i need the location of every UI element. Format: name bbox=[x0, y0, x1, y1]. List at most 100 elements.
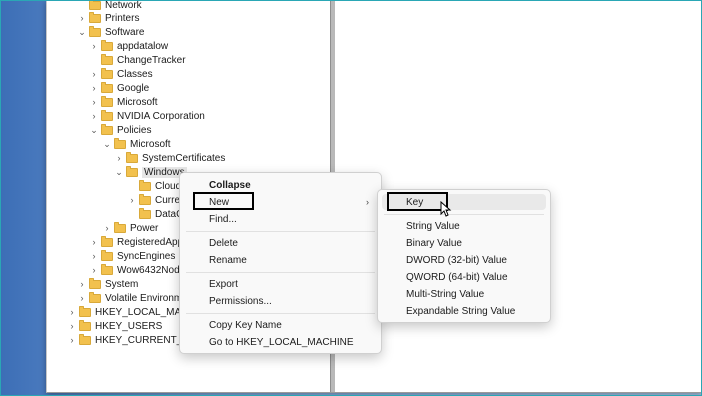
tree-item[interactable]: › Printers bbox=[77, 11, 139, 25]
tree-item-label: HKEY_USERS bbox=[95, 320, 163, 332]
chevron-down-icon[interactable]: ⌄ bbox=[89, 123, 99, 137]
chevron-right-icon[interactable]: › bbox=[77, 277, 87, 291]
expander-placeholder bbox=[127, 207, 137, 221]
expandable-string-value-menu-item[interactable]: Expandable String Value bbox=[378, 303, 550, 319]
tree-item[interactable]: › appdatalow bbox=[89, 39, 168, 53]
chevron-right-icon[interactable]: › bbox=[77, 291, 87, 305]
tree-item[interactable]: › Microsoft bbox=[89, 95, 158, 109]
chevron-right-icon[interactable]: › bbox=[77, 11, 87, 25]
permissions-label: Permissions... bbox=[209, 295, 272, 307]
copy-key-name-menu-item[interactable]: Copy Key Name bbox=[180, 317, 381, 333]
folder-icon bbox=[89, 277, 101, 289]
tree-item[interactable]: › Classes bbox=[89, 67, 153, 81]
chevron-down-icon[interactable]: ⌄ bbox=[102, 137, 112, 151]
folder-icon bbox=[114, 221, 126, 233]
chevron-right-icon[interactable]: › bbox=[89, 263, 99, 277]
chevron-down-icon[interactable]: ⌄ bbox=[114, 165, 124, 179]
folder-icon bbox=[139, 207, 151, 219]
dword-value-label: DWORD (32-bit) Value bbox=[406, 254, 507, 266]
chevron-right-icon[interactable]: › bbox=[67, 333, 77, 347]
copy-key-name-label: Copy Key Name bbox=[209, 319, 282, 331]
chevron-down-icon[interactable]: ⌄ bbox=[77, 25, 87, 39]
tree-item-label: System bbox=[105, 278, 139, 290]
delete-menu-item[interactable]: Delete bbox=[180, 235, 381, 251]
chevron-right-icon[interactable]: › bbox=[89, 95, 99, 109]
qword-value-menu-item[interactable]: QWORD (64-bit) Value bbox=[378, 269, 550, 285]
mouse-pointer-icon bbox=[440, 201, 452, 217]
folder-icon bbox=[101, 67, 113, 79]
tree-item-label: Software bbox=[105, 26, 145, 38]
tree-item[interactable]: › Google bbox=[89, 81, 149, 95]
folder-icon bbox=[79, 319, 91, 331]
chevron-right-icon[interactable]: › bbox=[114, 151, 124, 165]
menu-divider bbox=[384, 214, 544, 215]
chevron-right-icon[interactable]: › bbox=[89, 235, 99, 249]
tree-item[interactable]: ⌄ Windows bbox=[114, 165, 187, 179]
binary-value-menu-item[interactable]: Binary Value bbox=[378, 235, 550, 251]
expander-placeholder bbox=[89, 53, 99, 67]
menu-divider bbox=[186, 272, 375, 273]
export-menu-item[interactable]: Export bbox=[180, 276, 381, 292]
goto-hklm-menu-item[interactable]: Go to HKEY_LOCAL_MACHINE bbox=[180, 334, 381, 350]
chevron-right-icon[interactable]: › bbox=[89, 67, 99, 81]
tree-item[interactable]: › Wow6432Node bbox=[89, 263, 185, 277]
tree-item-label: ChangeTracker bbox=[117, 54, 186, 66]
folder-icon bbox=[101, 81, 113, 93]
rename-menu-item[interactable]: Rename bbox=[180, 252, 381, 268]
tree-item[interactable]: ⌄ Software bbox=[77, 25, 144, 39]
find-menu-item[interactable]: Find... bbox=[180, 211, 381, 227]
tree-item-label: Policies bbox=[117, 124, 152, 136]
folder-icon bbox=[101, 95, 113, 107]
tree-item[interactable]: › Curren bbox=[127, 193, 186, 207]
tree-item[interactable]: › HKEY_USERS bbox=[67, 319, 162, 333]
menu-divider bbox=[186, 313, 375, 314]
chevron-right-icon[interactable]: › bbox=[89, 81, 99, 95]
tree-item[interactable]: DataC bbox=[127, 207, 183, 221]
collapse-menu-item[interactable]: Collapse bbox=[180, 177, 381, 193]
folder-icon bbox=[126, 165, 138, 177]
folder-icon bbox=[101, 123, 113, 135]
folder-icon bbox=[101, 39, 113, 51]
chevron-right-icon[interactable]: › bbox=[89, 109, 99, 123]
tree-item[interactable]: Cloud bbox=[127, 179, 181, 193]
folder-icon bbox=[126, 151, 138, 163]
tree-item[interactable]: › System bbox=[77, 277, 138, 291]
string-value-label: String Value bbox=[406, 220, 460, 232]
tree-item[interactable]: ⌄ Policies bbox=[89, 123, 151, 137]
chevron-right-icon[interactable]: › bbox=[67, 305, 77, 319]
folder-icon bbox=[101, 109, 113, 121]
goto-label: Go to HKEY_LOCAL_MACHINE bbox=[209, 336, 354, 348]
string-value-menu-item[interactable]: String Value bbox=[378, 218, 550, 234]
folder-icon bbox=[89, 25, 101, 37]
delete-label: Delete bbox=[209, 237, 238, 249]
chevron-right-icon[interactable]: › bbox=[89, 39, 99, 53]
tree-item-label: Cloud bbox=[155, 180, 182, 192]
chevron-right-icon[interactable]: › bbox=[102, 221, 112, 235]
tree-item[interactable]: ChangeTracker bbox=[89, 53, 186, 67]
chevron-right-icon[interactable]: › bbox=[89, 249, 99, 263]
tree-item-label: Google bbox=[117, 82, 150, 94]
tree-item[interactable]: › Volatile Environme bbox=[77, 291, 188, 305]
tree-item[interactable]: › Power bbox=[102, 221, 158, 235]
expander-placeholder bbox=[127, 179, 137, 193]
tree-item[interactable]: ⌄ Microsoft bbox=[102, 137, 171, 151]
tree-item[interactable]: › HKEY_LOCAL_MACH bbox=[67, 305, 196, 319]
binary-value-label: Binary Value bbox=[406, 237, 462, 249]
multi-string-value-menu-item[interactable]: Multi-String Value bbox=[378, 286, 550, 302]
tree-item[interactable]: › SyncEngines bbox=[89, 249, 175, 263]
folder-icon bbox=[79, 305, 91, 317]
tree-item-label: Printers bbox=[105, 12, 140, 24]
tree-item-label: Microsoft bbox=[130, 138, 171, 150]
folder-icon bbox=[139, 179, 151, 191]
folder-icon bbox=[89, 291, 101, 303]
folder-icon bbox=[79, 333, 91, 345]
chevron-right-icon[interactable]: › bbox=[127, 193, 137, 207]
tree-item[interactable]: › NVIDIA Corporation bbox=[89, 109, 205, 123]
tree-item[interactable]: › RegisteredAppl bbox=[89, 235, 185, 249]
chevron-right-icon[interactable]: › bbox=[67, 319, 77, 333]
permissions-menu-item[interactable]: Permissions... bbox=[180, 293, 381, 309]
dword-value-menu-item[interactable]: DWORD (32-bit) Value bbox=[378, 252, 550, 268]
tree-item[interactable]: › SystemCertificates bbox=[114, 151, 225, 165]
folder-icon bbox=[89, 0, 101, 10]
menu-divider bbox=[186, 231, 375, 232]
